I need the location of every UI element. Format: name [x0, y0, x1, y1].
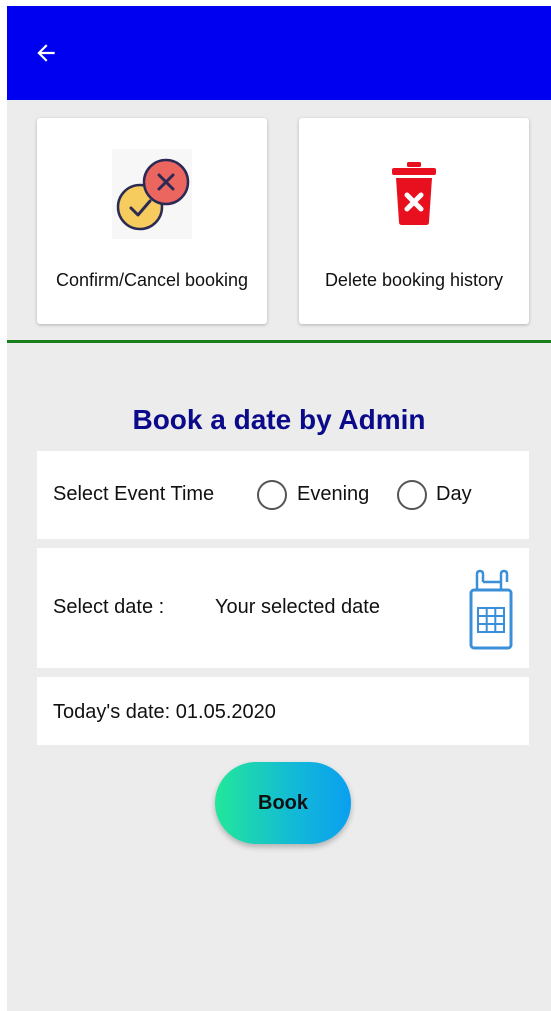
todays-date-text: Today's date: 01.05.2020 [53, 701, 276, 723]
trash-delete-icon [299, 148, 529, 240]
book-button[interactable]: Book [215, 762, 351, 844]
selected-date-value: Your selected date [215, 596, 380, 618]
calendar-button[interactable] [467, 568, 513, 650]
select-date-row: Select date : Your selected date [37, 548, 529, 668]
screen: Confirm/Cancel booking Delete booking hi… [7, 6, 551, 1011]
event-time-label: Select Event Time [53, 483, 215, 505]
confirm-cancel-booking-card[interactable]: Confirm/Cancel booking [37, 118, 267, 324]
booking-title: Book a date by Admin [132, 404, 426, 435]
back-button[interactable] [29, 36, 63, 70]
confirm-cancel-label: Confirm/Cancel booking [55, 270, 249, 290]
day-radio[interactable] [397, 480, 427, 510]
admin-actions: Confirm/Cancel booking Delete booking hi… [7, 100, 551, 340]
delete-history-label: Delete booking history [324, 270, 504, 290]
evening-label[interactable]: Evening [297, 483, 369, 506]
check-cross-badges-icon [37, 148, 267, 240]
select-date-label: Select date : [53, 596, 165, 618]
arrow-back-icon [37, 44, 55, 62]
delete-booking-history-card[interactable]: Delete booking history [299, 118, 529, 324]
app-bar [7, 6, 551, 100]
evening-radio[interactable] [257, 480, 287, 510]
todays-date-row: Today's date: 01.05.2020 [37, 677, 529, 745]
day-label[interactable]: Day [436, 483, 472, 506]
event-time-row: Select Event Time Evening Day [37, 451, 529, 539]
section-divider [7, 340, 551, 343]
calendar-icon [469, 569, 513, 650]
